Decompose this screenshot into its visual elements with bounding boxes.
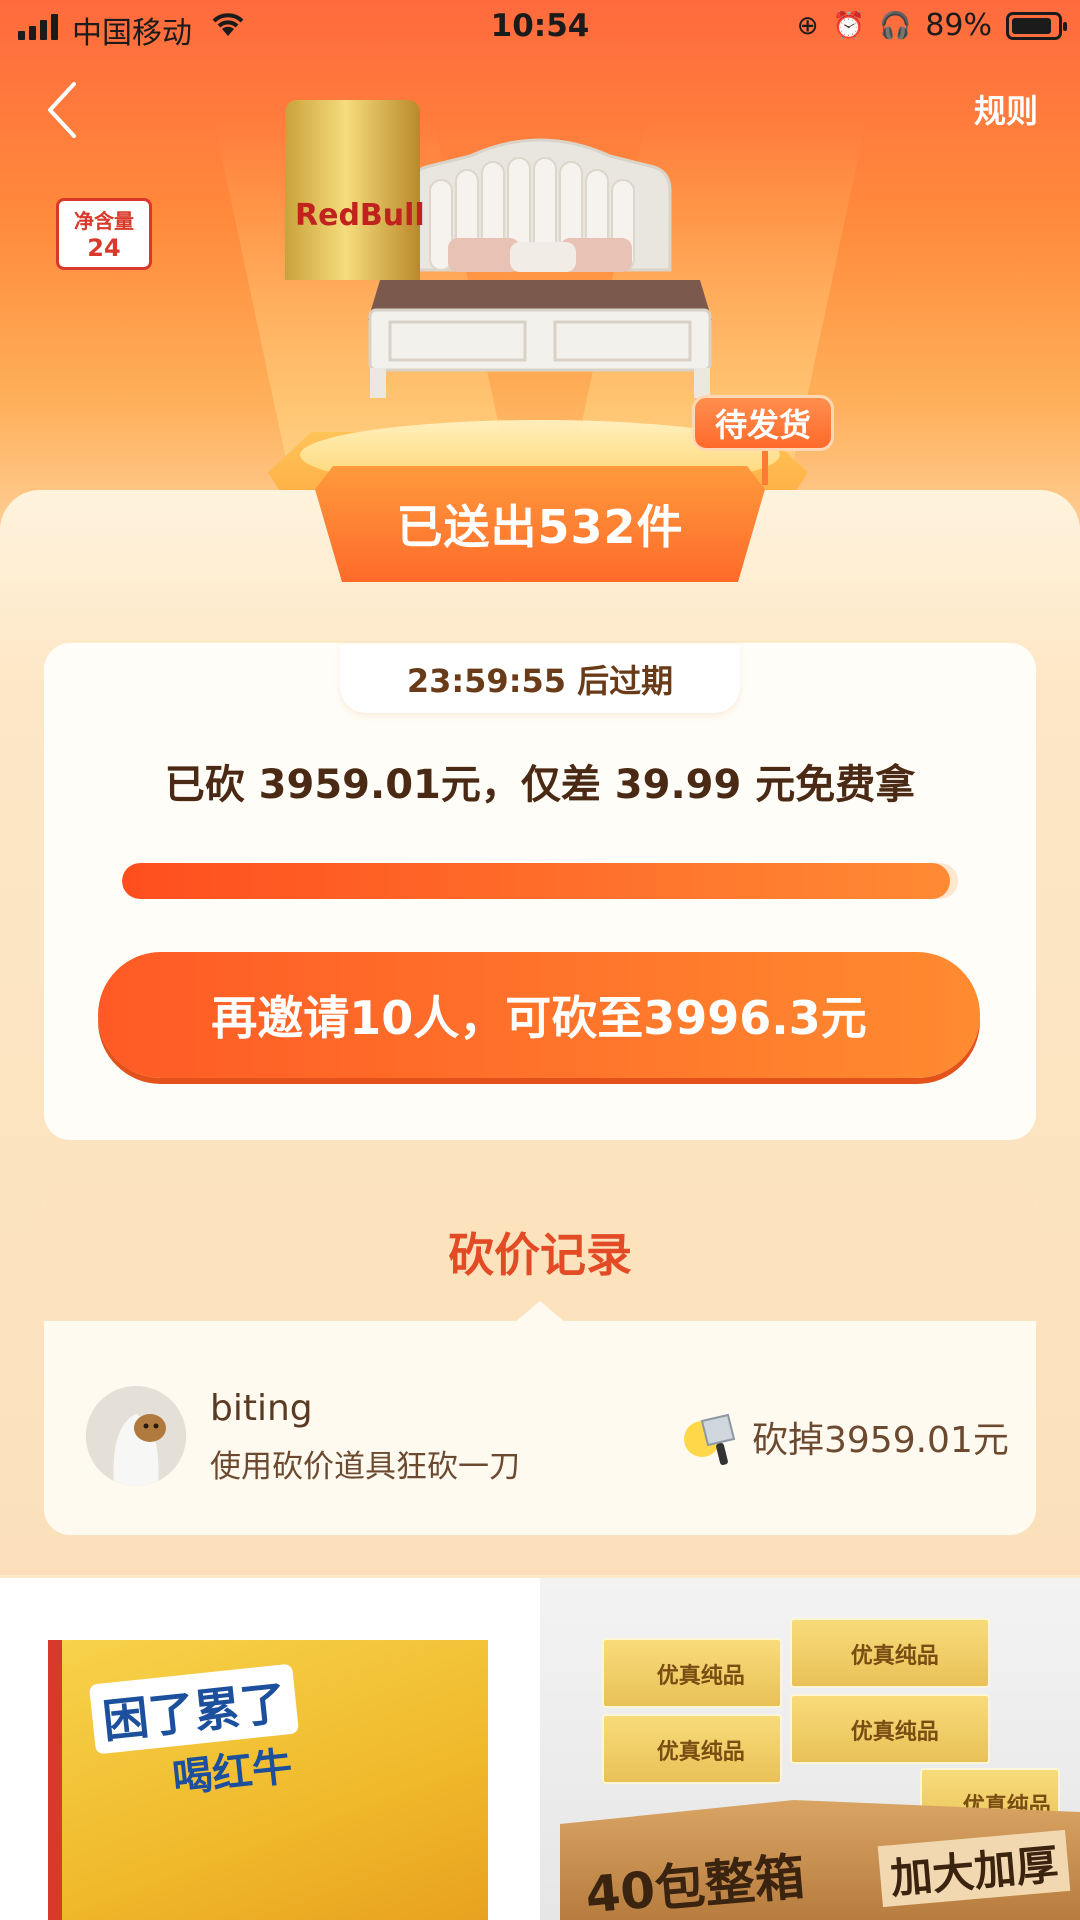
volume-label: 净含量 bbox=[74, 209, 134, 233]
product-slogan: 喝红牛 bbox=[170, 1743, 295, 1803]
alarm-icon: ⏰ bbox=[832, 10, 865, 41]
progress-bar bbox=[122, 863, 958, 899]
avatar[interactable] bbox=[86, 1386, 186, 1486]
can-image bbox=[285, 100, 420, 280]
sent-count-text: 已送出532件 bbox=[396, 500, 684, 554]
tissue-pack: 优真纯品 bbox=[790, 1618, 990, 1688]
invite-button[interactable]: 再邀请10人，可砍至3996.3元 bbox=[98, 952, 980, 1078]
expire-timer: 23:59:55 后过期 bbox=[340, 645, 740, 713]
record-user-name: biting bbox=[210, 1388, 313, 1429]
tissue-brand: 优真纯品 bbox=[656, 1740, 745, 1765]
cut-status-text: 已砍 3959.01元，仅差 39.99 元免费拿 bbox=[164, 762, 916, 808]
tissue-pack: 优真纯品 bbox=[602, 1714, 782, 1784]
headphones-icon: 🎧 bbox=[878, 10, 912, 41]
status-bar: 中国移动 10:54 ⊕ ⏰ 🎧 89% bbox=[0, 0, 1080, 54]
tissue-pack: 优真纯品 bbox=[790, 1694, 990, 1764]
badge-stem bbox=[762, 449, 768, 485]
status-right: ⊕ ⏰ 🎧 89% bbox=[796, 8, 1067, 43]
rules-button[interactable]: 规则 bbox=[974, 86, 1038, 132]
tissue-pack: 优真纯品 bbox=[602, 1638, 782, 1708]
record-title: 砍价记录 bbox=[448, 1228, 632, 1282]
ship-status-badge: 待发货 bbox=[692, 395, 834, 451]
tissue-brand: 优真纯品 bbox=[656, 1664, 745, 1689]
record-cut-amount: 砍掉3959.01元 bbox=[752, 1420, 1009, 1461]
battery-percent: 89% bbox=[925, 8, 992, 43]
tissue-brand: 优真纯品 bbox=[850, 1644, 939, 1669]
record-notch bbox=[514, 1301, 566, 1323]
chevron-left-icon[interactable] bbox=[40, 78, 90, 142]
volume-value: 24 bbox=[87, 234, 121, 262]
sent-count-banner: 已送出532件 bbox=[315, 466, 765, 582]
cleaver-icon bbox=[684, 1413, 736, 1466]
record-action: 使用砍价道具狂砍一刀 bbox=[210, 1449, 520, 1485]
progress-fill bbox=[122, 863, 950, 899]
bargain-record-card: 砍价记录 biting 使用砍价道具狂砍一刀 砍掉3959.01元 bbox=[44, 1183, 1036, 1535]
battery-icon bbox=[1006, 11, 1067, 40]
volume-badge: 净含量 24 bbox=[56, 198, 152, 270]
brand-label: RedBull bbox=[295, 198, 425, 233]
red-bull-product-image[interactable]: 困了累了 喝红牛 bbox=[48, 1640, 488, 1920]
rotation-lock-icon: ⊕ bbox=[796, 10, 819, 41]
tissue-brand: 优真纯品 bbox=[850, 1720, 939, 1745]
